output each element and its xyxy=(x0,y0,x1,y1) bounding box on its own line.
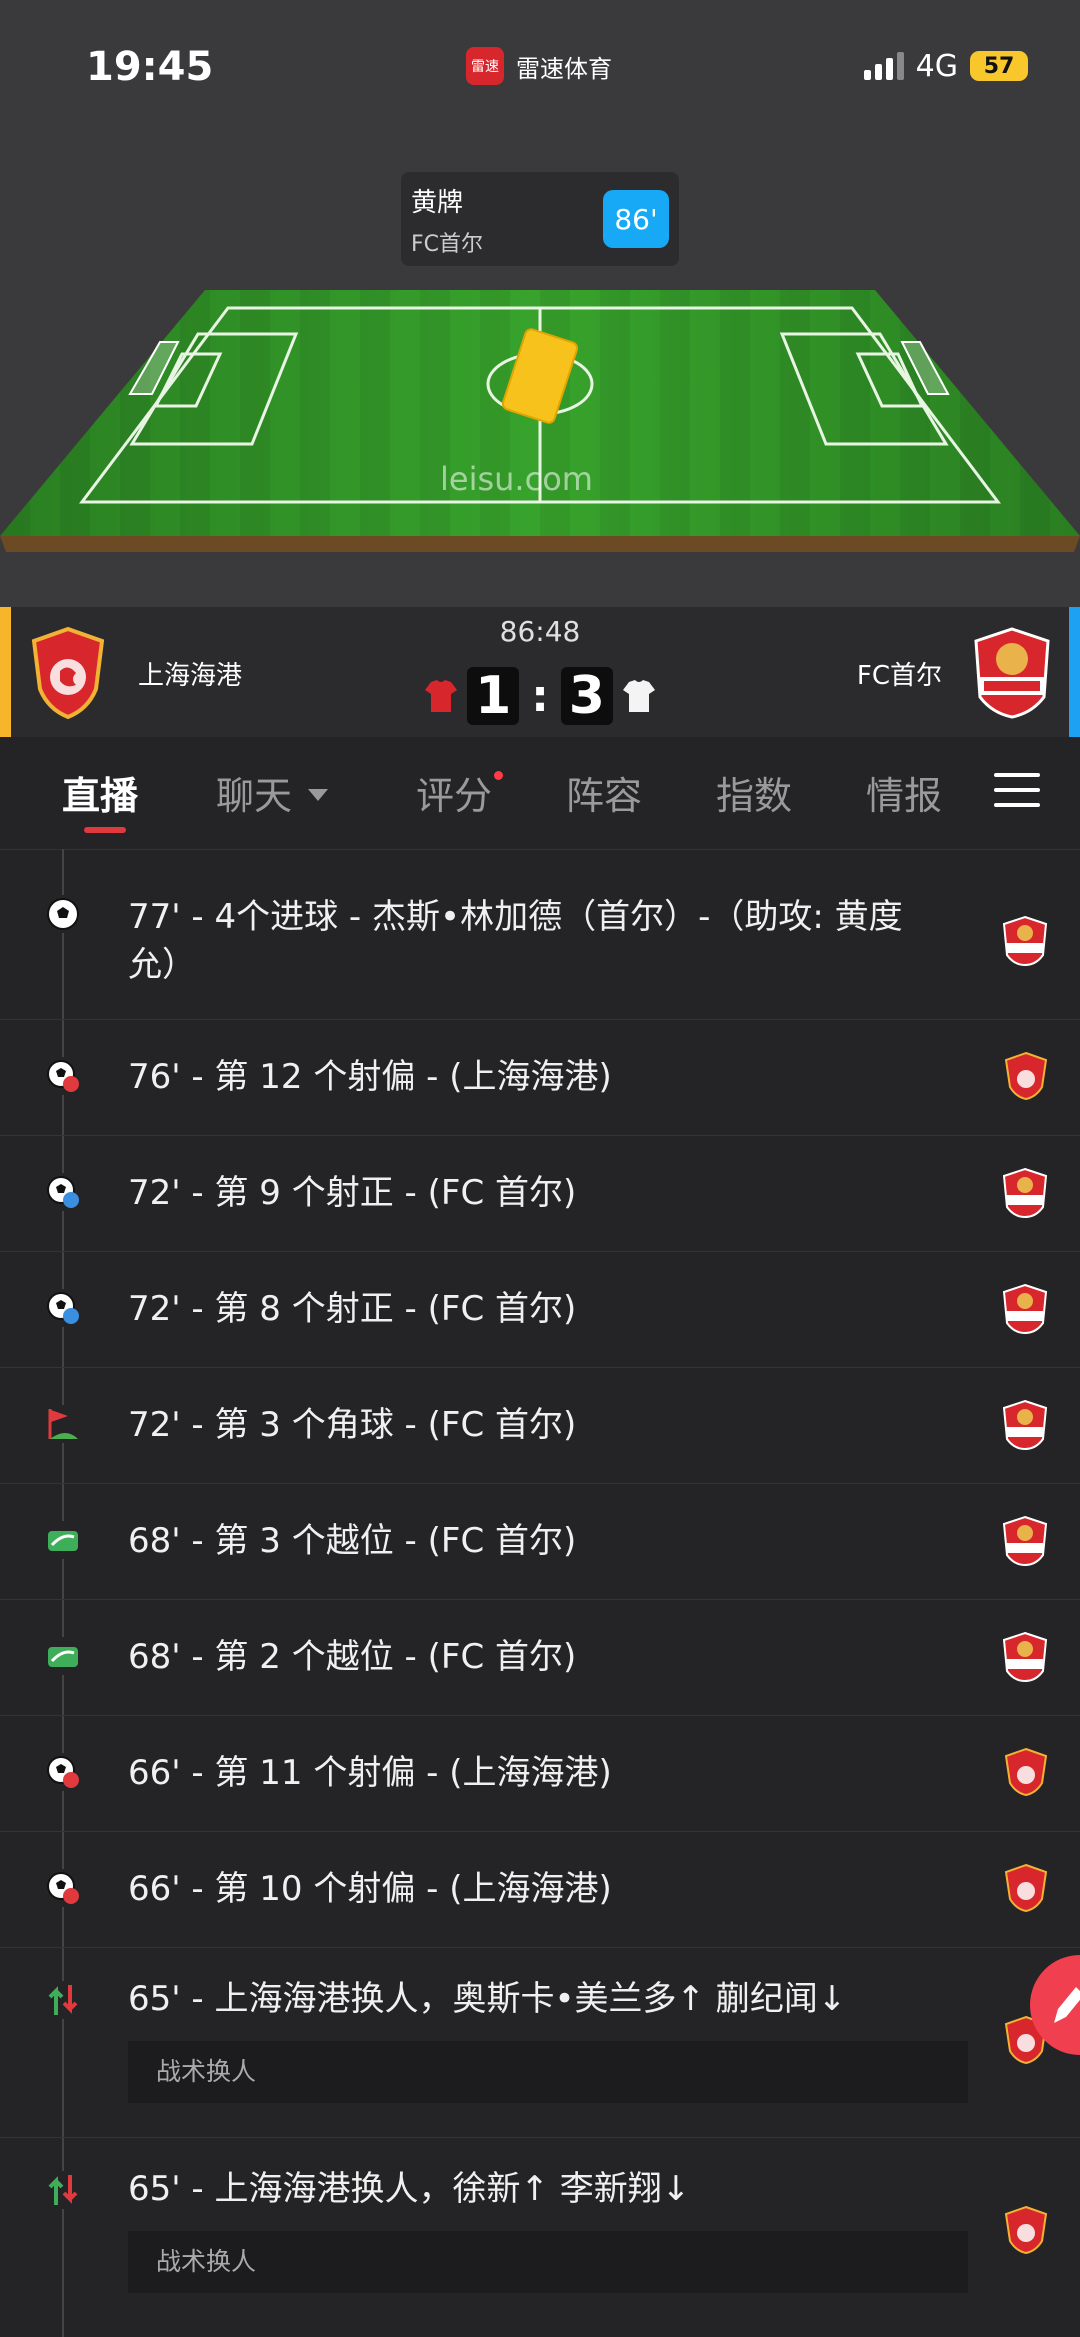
tab-odds[interactable]: 指数 xyxy=(716,765,792,820)
away-team-logo-small xyxy=(1002,1167,1048,1219)
pitch-graphic xyxy=(0,290,1080,552)
home-team-logo-small xyxy=(1004,1051,1048,1101)
away-team-logo-small xyxy=(1002,1283,1048,1335)
away-team-logo-small xyxy=(1002,915,1048,967)
away-team-logo-small xyxy=(1002,1515,1048,1567)
menu-icon[interactable] xyxy=(994,773,1040,818)
scoreboard: 86:48 上海海港 1 : 3 FC首尔 xyxy=(0,607,1080,737)
event-text: 65' - 上海海港换人，奥斯卡•美兰多↑ 蒯纪闻↓ xyxy=(128,1979,847,2019)
list-item[interactable]: 65' - 上海海港换人，奥斯卡•美兰多↑ 蒯纪闻↓ 战术换人 xyxy=(0,1947,1080,2138)
tab-intel[interactable]: 情报 xyxy=(866,765,942,820)
app-logo-icon: 雷速 xyxy=(466,47,504,85)
event-text: 72' - 第 3 个角球 - (FC 首尔) xyxy=(128,1405,577,1445)
tab-live[interactable]: 直播 xyxy=(62,765,138,820)
notification-dot xyxy=(494,771,503,780)
list-item[interactable]: 72' - 第 9 个射正 - (FC 首尔) xyxy=(0,1135,1080,1252)
score: 1 : 3 xyxy=(420,661,660,731)
shot-on-target-icon xyxy=(44,1173,82,1211)
event-text: 68' - 第 2 个越位 - (FC 首尔) xyxy=(128,1637,577,1677)
event-text: 72' - 第 9 个射正 - (FC 首尔) xyxy=(128,1173,577,1213)
corner-flag-icon xyxy=(44,1405,82,1443)
substitution-icon xyxy=(44,1981,82,2019)
substitution-icon xyxy=(44,2171,82,2209)
home-team-logo-small xyxy=(1004,2205,1048,2255)
signal-icon xyxy=(863,52,904,80)
list-item[interactable]: 72' - 第 3 个角球 - (FC 首尔) xyxy=(0,1367,1080,1484)
match-clock: 86:48 xyxy=(499,615,581,648)
home-jersey-icon xyxy=(425,680,458,712)
home-team-logo[interactable] xyxy=(30,627,106,719)
event-text: 66' - 第 11 个射偏 - (上海海港) xyxy=(128,1753,612,1793)
popup-event-minute: 86' xyxy=(603,190,669,248)
event-text: 77' - 4个进球 - 杰斯•林加德（首尔）-（助攻: 黄度允） xyxy=(128,897,903,985)
list-item[interactable]: 72' - 第 8 个射正 - (FC 首尔) xyxy=(0,1251,1080,1368)
away-team-logo[interactable] xyxy=(972,627,1052,719)
list-item[interactable]: 76' - 第 12 个射偏 - (上海海港) xyxy=(0,1019,1080,1136)
status-right: 4G 57 xyxy=(863,46,1028,86)
event-text: 72' - 第 8 个射正 - (FC 首尔) xyxy=(128,1289,577,1329)
event-popup: 黄牌 FC首尔 86' xyxy=(401,172,679,266)
offside-icon xyxy=(44,1521,82,1559)
status-time: 19:45 xyxy=(86,44,214,90)
tab-active-indicator xyxy=(84,827,126,833)
shot-off-target-icon xyxy=(44,1057,82,1095)
away-team-logo-small xyxy=(1002,1399,1048,1451)
shot-off-target-icon xyxy=(44,1869,82,1907)
battery-icon: 57 xyxy=(970,51,1028,81)
list-item[interactable]: 77' - 4个进球 - 杰斯•林加德（首尔）-（助攻: 黄度允） xyxy=(0,849,1080,1020)
network-type: 4G xyxy=(915,48,958,84)
event-text: 65' - 上海海港换人，徐新↑ 李新翔↓ xyxy=(128,2169,691,2209)
tab-rating[interactable]: 评分 xyxy=(416,765,492,820)
popup-event-title: 黄牌 xyxy=(411,188,464,218)
offside-icon xyxy=(44,1637,82,1675)
list-item[interactable]: 68' - 第 2 个越位 - (FC 首尔) xyxy=(0,1599,1080,1716)
watermark: leisu.com xyxy=(440,460,593,498)
chevron-down-icon[interactable] xyxy=(306,787,330,803)
away-jersey-icon xyxy=(622,680,655,712)
status-app: 雷速 雷速体育 xyxy=(466,46,612,86)
home-team-name[interactable]: 上海海港 xyxy=(138,655,242,692)
popup-event-team: FC首尔 xyxy=(411,232,484,257)
event-note: 战术换人 xyxy=(128,2041,968,2103)
list-item[interactable]: 68' - 第 3 个越位 - (FC 首尔) xyxy=(0,1483,1080,1600)
tab-lineup[interactable]: 阵容 xyxy=(566,765,642,820)
list-item[interactable]: 66' - 第 10 个射偏 - (上海海港) xyxy=(0,1831,1080,1948)
goal-icon xyxy=(44,895,82,933)
away-score: 3 xyxy=(560,666,613,726)
score-separator: : xyxy=(531,670,549,722)
away-team-name[interactable]: FC首尔 xyxy=(857,655,942,692)
list-item[interactable]: 65' - 上海海港换人，徐新↑ 李新翔↓ 战术换人 xyxy=(0,2137,1080,2337)
away-team-logo-small xyxy=(1002,1631,1048,1683)
event-text: 76' - 第 12 个射偏 - (上海海港) xyxy=(128,1057,612,1097)
pitch-area: 19:45 雷速 雷速体育 4G 57 黄牌 FC首尔 86' leisu.co… xyxy=(0,0,1080,607)
shot-on-target-icon xyxy=(44,1289,82,1327)
home-score: 1 xyxy=(467,666,520,726)
app-name: 雷速体育 xyxy=(516,54,612,83)
tab-bar: 直播 聊天 评分 阵容 指数 情报 xyxy=(0,737,1080,850)
event-timeline: 77' - 4个进球 - 杰斯•林加德（首尔）-（助攻: 黄度允） 76' - … xyxy=(0,849,1080,2337)
home-team-logo-small xyxy=(1004,1747,1048,1797)
tab-chat[interactable]: 聊天 xyxy=(216,765,292,820)
event-note: 战术换人 xyxy=(128,2231,968,2293)
pencil-icon xyxy=(1054,1987,1080,2023)
event-text: 68' - 第 3 个越位 - (FC 首尔) xyxy=(128,1521,577,1561)
shot-off-target-icon xyxy=(44,1753,82,1791)
list-item[interactable]: 66' - 第 11 个射偏 - (上海海港) xyxy=(0,1715,1080,1832)
event-text: 66' - 第 10 个射偏 - (上海海港) xyxy=(128,1869,612,1909)
home-team-logo-small xyxy=(1004,1863,1048,1913)
